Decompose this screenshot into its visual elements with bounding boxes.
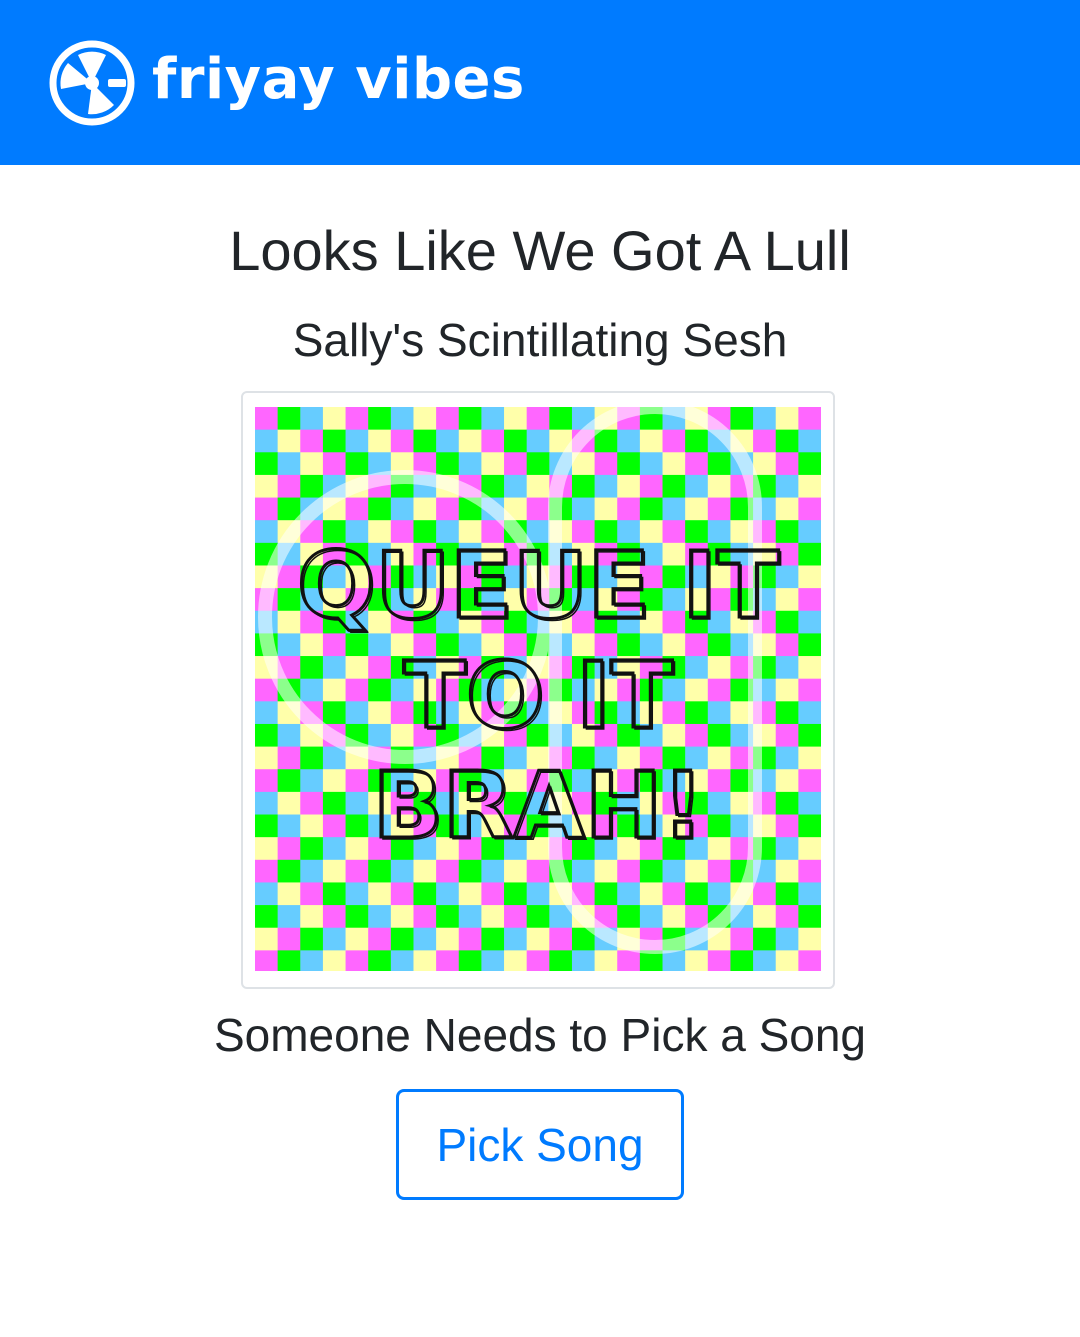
record-reel-icon	[49, 40, 135, 125]
status-message: Someone Needs to Pick a Song	[213, 1009, 867, 1061]
artwork-text-line: TO IT	[405, 644, 675, 751]
pick-song-button[interactable]: Pick Song	[396, 1089, 684, 1200]
queue-artwork: QUEUE IT QUEUE IT TO IT TO IT BRAH! BRAH!	[255, 407, 821, 971]
artwork-text-line: QUEUE IT	[299, 534, 782, 641]
brand-link[interactable]: friyay vibes	[48, 39, 525, 127]
navbar: friyay vibes	[0, 0, 1080, 165]
brand-name: friyay vibes	[152, 46, 525, 112]
session-name: Sally's Scintillating Sesh	[292, 314, 788, 366]
artwork-text-line: BRAH!	[374, 754, 705, 861]
artwork-card: QUEUE IT QUEUE IT TO IT TO IT BRAH! BRAH!	[241, 391, 835, 989]
page-title: Looks Like We Got A Lull	[229, 219, 851, 282]
